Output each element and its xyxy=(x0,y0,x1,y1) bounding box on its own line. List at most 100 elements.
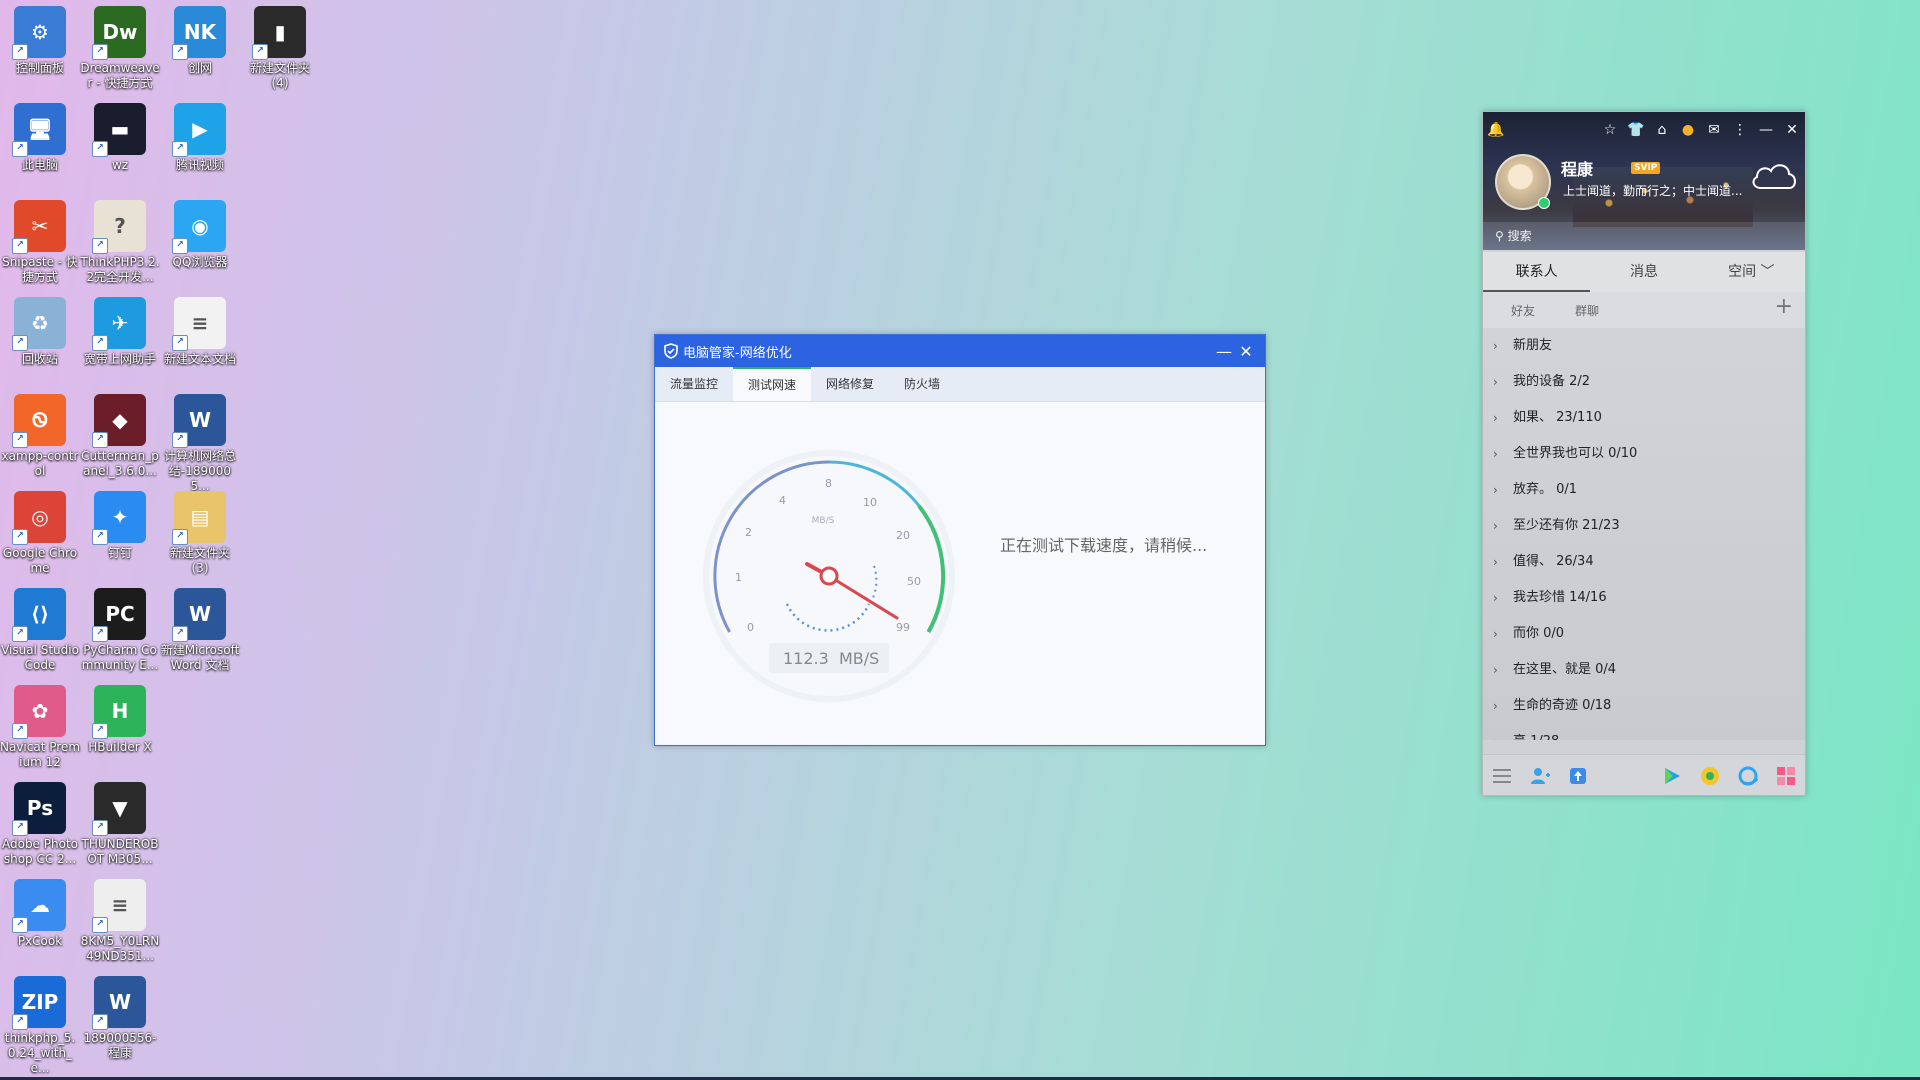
speedtest-panel: MB/S 0 1 2 4 8 10 20 50 99 112.3 MB/S 正在… xyxy=(655,402,1265,744)
window-title: 电脑管家-网络优化 xyxy=(683,345,792,361)
qq-top-toolbar: 🔔 ☆ 👕 ⌂ ● ✉ ⋮ — ✕ xyxy=(1483,118,1805,142)
friend-group[interactable]: › 至少还有你 21/23 xyxy=(1483,508,1805,544)
desktop-icon[interactable]: Dw ↗ Dreamweaver - 快捷方式 xyxy=(80,0,160,91)
desktop-icon[interactable]: PC ↗ PyCharm Community E... xyxy=(80,582,160,673)
svip-badge[interactable]: SVIP xyxy=(1631,162,1661,174)
tab-network-repair[interactable]: 网络修复 xyxy=(811,367,889,401)
friend-group[interactable]: › 值得、 26/34 xyxy=(1483,544,1805,580)
search-bar[interactable]: ⚲ 搜索 xyxy=(1483,222,1805,250)
add-contact-button[interactable]: + xyxy=(1775,294,1793,319)
desktop-icon[interactable]: ▼ ↗ THUNDEROBOT M305... xyxy=(80,776,160,867)
friend-group[interactable]: › 而你 0/0 xyxy=(1483,616,1805,652)
desktop-icon[interactable]: ◉ ↗ QQ浏览器 xyxy=(160,194,240,270)
desktop-icon-image: ▶ ↗ xyxy=(172,103,226,157)
gauge-readout-value: 112.3 xyxy=(783,649,829,668)
friend-group[interactable]: › 生命的奇迹 0/18 xyxy=(1483,688,1805,724)
main-menu-icon[interactable] xyxy=(1483,761,1521,791)
desktop-icon-label: Cutterman_panel_3.6.0... xyxy=(81,449,159,478)
desktop-icon[interactable]: ✦ ↗ 钉钉 xyxy=(80,485,160,561)
desktop-icon-label: Snipaste - 快捷方式 xyxy=(2,255,78,284)
minimize-icon[interactable]: — xyxy=(1753,122,1779,138)
subtab-groups[interactable]: 群聊 xyxy=(1575,302,1599,319)
desktop-icon[interactable]: ◆ ↗ Cutterman_panel_3.6.0... xyxy=(80,388,160,479)
desktop-icon[interactable]: Ꮻ ↗ xampp-control xyxy=(0,388,80,479)
desktop-icon[interactable]: ✂ ↗ Snipaste - 快捷方式 xyxy=(0,194,80,285)
more-icon[interactable]: ⋮ xyxy=(1727,122,1753,138)
tab-messages[interactable]: 消息 xyxy=(1590,252,1697,292)
friend-group[interactable]: › 亳 1/28 xyxy=(1483,724,1805,740)
friend-group[interactable]: › 我去珍惜 14/16 xyxy=(1483,580,1805,616)
close-icon[interactable]: ✕ xyxy=(1779,122,1805,138)
tab-traffic-monitor[interactable]: 流量监控 xyxy=(655,367,733,401)
friend-group-label: 在这里、就是 0/4 xyxy=(1513,662,1617,677)
coin-icon[interactable]: ● xyxy=(1675,122,1701,138)
desktop-icon[interactable]: ◎ ↗ Google Chrome xyxy=(0,485,80,576)
tencent-video-icon[interactable] xyxy=(1653,761,1691,791)
desktop-icon[interactable]: ✈ ↗ 宽带上网助手 xyxy=(80,291,160,367)
user-nickname[interactable]: 程康 xyxy=(1561,156,1593,180)
desktop-icon[interactable]: ≡ ↗ 8KM5_Y0LRN49ND351... xyxy=(80,873,160,964)
desktop-icon[interactable]: ☁ ↗ PxCook xyxy=(0,873,80,949)
desktop-icon[interactable]: ▶ ↗ 腾讯视频 xyxy=(160,97,240,173)
desktop-icon[interactable]: ✿ ↗ Navicat Premium 12 xyxy=(0,679,80,770)
game-center-icon[interactable] xyxy=(1691,761,1729,791)
desktop-icon[interactable]: ▮ ↗ 新建文件夹 (4) xyxy=(240,0,320,91)
weather-cloud-icon[interactable] xyxy=(1749,158,1799,192)
desktop-icon-label: Visual Studio Code xyxy=(1,643,79,672)
desktop-icon-image: ✈ ↗ xyxy=(92,297,146,351)
qq-browser-icon[interactable] xyxy=(1729,761,1767,791)
desktop-icon-label: 钉钉 xyxy=(107,546,132,560)
minimize-button[interactable]: — xyxy=(1213,342,1235,361)
mail-icon[interactable]: ✉ xyxy=(1701,122,1727,138)
friend-group[interactable]: › 在这里、就是 0/4 xyxy=(1483,652,1805,688)
desktop-icon[interactable]: ▬ ↗ wz xyxy=(80,97,160,173)
bell-icon[interactable]: 🔔 xyxy=(1483,122,1509,138)
desktop-icon[interactable]: ≡ ↗ 新建文本文档 xyxy=(160,291,240,367)
desktop-icon[interactable]: ⚙ ↗ 控制面板 xyxy=(0,0,80,76)
desktop-icon[interactable]: 🖥 ↗ 此电脑 xyxy=(0,97,80,173)
friend-group[interactable]: › 放弃。 0/1 xyxy=(1483,472,1805,508)
online-status-dot[interactable] xyxy=(1538,197,1550,209)
desktop-icon[interactable]: W ↗ 189000556-程康 xyxy=(80,970,160,1061)
desktop-icon-image: ✦ ↗ xyxy=(92,491,146,545)
tab-contacts[interactable]: 联系人 xyxy=(1483,252,1591,292)
desktop-icon[interactable]: W ↗ 计算机网络总结-1890005... xyxy=(160,388,240,494)
star-icon[interactable]: ☆ xyxy=(1597,122,1623,138)
desktop-icon[interactable]: Ps ↗ Adobe Photoshop CC 2... xyxy=(0,776,80,867)
desktop-icon[interactable]: ▤ ↗ 新建文件夹 (3) xyxy=(160,485,240,576)
add-friend-icon[interactable] xyxy=(1521,761,1559,791)
desktop-icon[interactable]: ♻ ↗ 回收站 xyxy=(0,291,80,367)
desktop-icon-label: 189000556-程康 xyxy=(83,1031,157,1060)
contact-subtabs: 好友 群聊 + xyxy=(1483,292,1805,328)
desktop-icon-label: PyCharm Community E... xyxy=(81,643,159,672)
friend-group[interactable]: › 如果、 23/110 xyxy=(1483,400,1805,436)
desktop-icon[interactable]: ? ↗ ThinkPHP3.2.2完全开发... xyxy=(80,194,160,285)
chevron-right-icon: › xyxy=(1493,724,1498,740)
desktop-icon-image: ▬ ↗ xyxy=(92,103,146,157)
chevron-right-icon: › xyxy=(1493,339,1498,353)
window-titlebar[interactable]: 电脑管家-网络优化 — ✕ xyxy=(655,335,1265,367)
file-transfer-icon[interactable] xyxy=(1559,761,1597,791)
gift-icon[interactable]: ⌂ xyxy=(1649,122,1675,138)
shirt-icon[interactable]: 👕 xyxy=(1623,122,1649,138)
desktop-icon-image: ⟨⟩ ↗ xyxy=(12,588,66,642)
desktop-icon[interactable]: W ↗ 新建Microsoft Word 文档 xyxy=(160,582,240,673)
tab-firewall[interactable]: 防火墙 xyxy=(889,367,955,401)
desktop-icon-image: Ꮻ ↗ xyxy=(12,394,66,448)
desktop-icon[interactable]: H ↗ HBuilder X xyxy=(80,679,160,755)
friend-group[interactable]: › 新朋友 xyxy=(1483,328,1805,364)
desktop-icon[interactable]: NK ↗ 创网 xyxy=(160,0,240,76)
tab-qzone[interactable]: 空间 ﹀ xyxy=(1698,252,1805,292)
chevron-right-icon: › xyxy=(1493,555,1498,569)
friend-group[interactable]: › 我的设备 2/2 xyxy=(1483,364,1805,400)
close-button[interactable]: ✕ xyxy=(1235,342,1257,361)
desktop-icon[interactable]: ZIP ↗ thinkphp_5.0.24_with_e... xyxy=(0,970,80,1076)
tab-speed-test[interactable]: 测试网速 xyxy=(733,367,812,401)
desktop-icon[interactable]: ⟨⟩ ↗ Visual Studio Code xyxy=(0,582,80,673)
subtab-friends[interactable]: 好友 xyxy=(1511,302,1535,319)
friend-group-label: 亳 1/28 xyxy=(1513,724,1559,740)
chevron-right-icon: › xyxy=(1493,483,1498,497)
friend-group[interactable]: › 全世界我也可以 0/10 xyxy=(1483,436,1805,472)
user-signature[interactable]: 上士闻道，勤而行之；中士闻道... xyxy=(1563,182,1743,199)
app-grid-icon[interactable] xyxy=(1767,761,1805,791)
